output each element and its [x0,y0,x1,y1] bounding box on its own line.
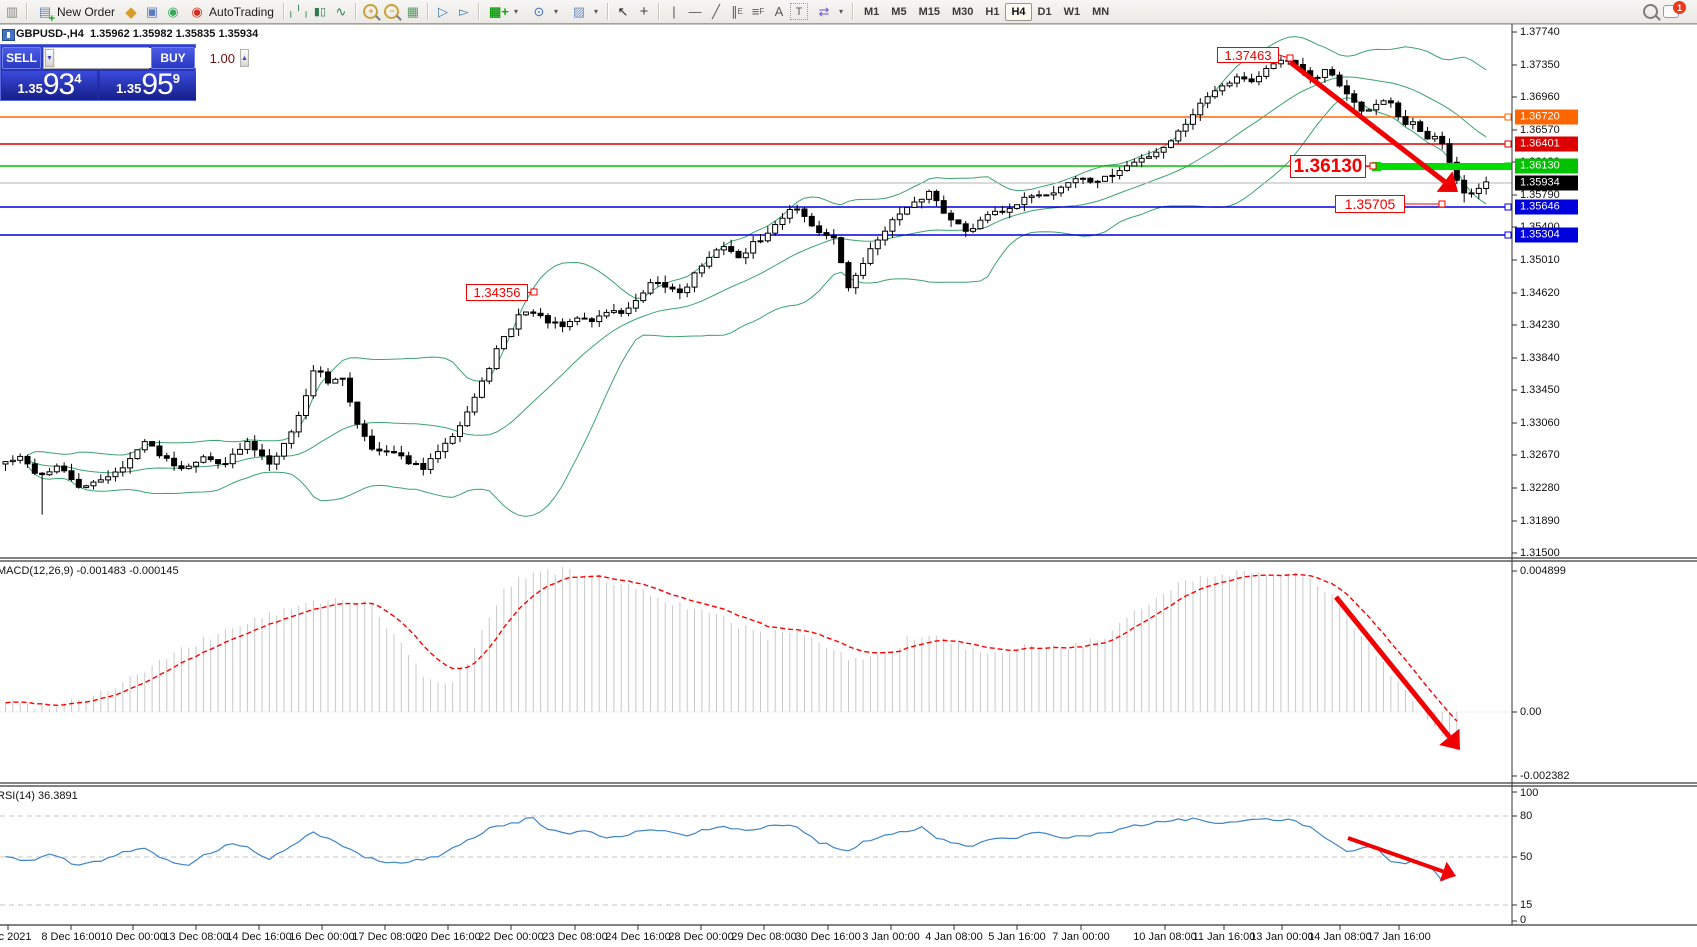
sell-price-big: 93 [43,71,74,99]
one-click-trading-panel: SELL ▼ ▲ BUY 1.35 93 4 1.35 95 9 [0,44,196,101]
mt4-window: { "toolbar": { "new_order": "New Order",… [0,0,1697,947]
ohlc-low: 1.35835 [176,28,216,40]
buy-price-pip: 9 [173,72,180,85]
chart-symbol-icon [2,29,15,41]
buy-price-prefix: 1.35 [116,79,141,99]
price-level-badge: 1.36130 [1515,159,1578,174]
price-annotation: 1.37463 [1217,47,1279,63]
macd-label: MACD(12,26,9) -0.001483 -0.000145 [0,565,179,577]
rsi-label: RSI(14) 36.3891 [0,790,78,802]
price-annotation: 1.34356 [466,284,528,301]
volume-decrease-button[interactable]: ▼ [45,49,54,67]
symbol-ohlc-line: GBPUSD-,H4 1.35962 1.35982 1.35835 1.359… [16,28,258,40]
sell-price-prefix: 1.35 [18,79,43,99]
price-annotation: 1.35705 [1335,195,1405,213]
chart-plot-area[interactable] [0,0,1697,947]
ohlc-high: 1.35982 [133,28,173,40]
ohlc-open: 1.35962 [90,28,130,40]
price-annotation: 1.36130 [1290,155,1366,178]
buy-price-display[interactable]: 1.35 95 9 [100,71,196,100]
sell-price-pip: 4 [74,72,81,85]
volume-input[interactable] [55,48,239,68]
volume-increase-button[interactable]: ▲ [240,49,249,67]
volume-control: ▼ ▲ [43,47,149,69]
price-level-badge: 1.36401 [1515,136,1578,151]
price-level-badge: 1.35304 [1515,228,1578,243]
bid-price-badge: 1.35934 [1515,175,1578,190]
ohlc-close: 1.35934 [218,28,258,40]
sell-price-display[interactable]: 1.35 93 4 [2,71,97,100]
price-level-badge: 1.35646 [1515,199,1578,214]
buy-price-big: 95 [141,71,172,99]
sell-button[interactable]: SELL [2,47,41,69]
symbol-name: GBPUSD-,H4 [16,28,84,40]
price-level-badge: 1.36720 [1515,110,1578,125]
buy-button[interactable]: BUY [151,47,195,69]
